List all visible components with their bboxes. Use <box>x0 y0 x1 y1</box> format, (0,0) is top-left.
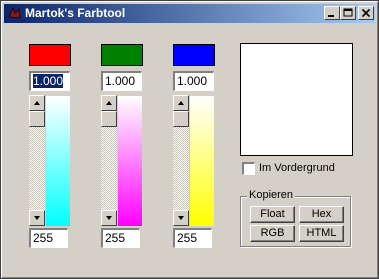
red-int-input[interactable]: 255 <box>29 228 68 248</box>
red-float-input[interactable]: 1.000 <box>29 71 70 91</box>
blue-scrollbar[interactable] <box>173 95 189 226</box>
arrow-down-icon <box>106 216 112 220</box>
copy-float-button[interactable]: Float <box>250 206 295 223</box>
green-scroll-thumb[interactable] <box>101 111 117 127</box>
maximize-icon <box>343 8 353 17</box>
foreground-checkbox-label[interactable]: Im Vordergrund <box>259 161 335 175</box>
copy-group-label: Kopieren <box>247 189 296 202</box>
green-float-input[interactable]: 1.000 <box>101 71 142 91</box>
app-icon <box>8 6 21 19</box>
arrow-up-icon <box>34 101 40 105</box>
green-swatch <box>101 44 143 66</box>
arrow-up-icon <box>178 101 184 105</box>
red-swatch <box>29 44 71 66</box>
arrow-down-icon <box>34 216 40 220</box>
red-scroll-down-button[interactable] <box>29 210 45 226</box>
copy-rgb-button[interactable]: RGB <box>250 225 295 242</box>
maximize-button[interactable] <box>340 6 356 20</box>
blue-float-input[interactable]: 1.000 <box>173 71 214 91</box>
close-icon <box>361 8 371 18</box>
red-gradient-bar <box>46 96 70 226</box>
window-title: Martok's Farbtool <box>25 6 126 20</box>
red-scroll-thumb[interactable] <box>29 111 45 127</box>
red-scrollbar[interactable] <box>29 95 45 226</box>
color-preview <box>240 43 353 156</box>
close-button[interactable] <box>358 6 374 20</box>
blue-scroll-down-button[interactable] <box>173 210 189 226</box>
green-gradient-bar <box>118 96 142 226</box>
red-scroll-up-button[interactable] <box>29 95 45 111</box>
arrow-up-icon <box>106 101 112 105</box>
green-int-input[interactable]: 255 <box>101 228 140 248</box>
green-scrollbar[interactable] <box>101 95 117 226</box>
arrow-down-icon <box>178 216 184 220</box>
green-scroll-down-button[interactable] <box>101 210 117 226</box>
green-scroll-up-button[interactable] <box>101 95 117 111</box>
blue-gradient-bar <box>190 96 214 226</box>
minimize-button[interactable] <box>324 6 340 20</box>
minimize-icon <box>328 15 334 17</box>
app-window: Martok's Farbtool 1.000 255 1.000 255 1.… <box>0 0 379 279</box>
blue-scroll-thumb[interactable] <box>173 111 189 127</box>
blue-scroll-up-button[interactable] <box>173 95 189 111</box>
blue-int-input[interactable]: 255 <box>173 228 212 248</box>
blue-swatch <box>173 44 215 66</box>
title-bar[interactable]: Martok's Farbtool <box>4 4 375 23</box>
foreground-checkbox[interactable] <box>242 162 255 175</box>
red-float-value: 1.000 <box>33 74 64 88</box>
copy-hex-button[interactable]: Hex <box>299 206 344 223</box>
copy-html-button[interactable]: HTML <box>299 225 344 242</box>
